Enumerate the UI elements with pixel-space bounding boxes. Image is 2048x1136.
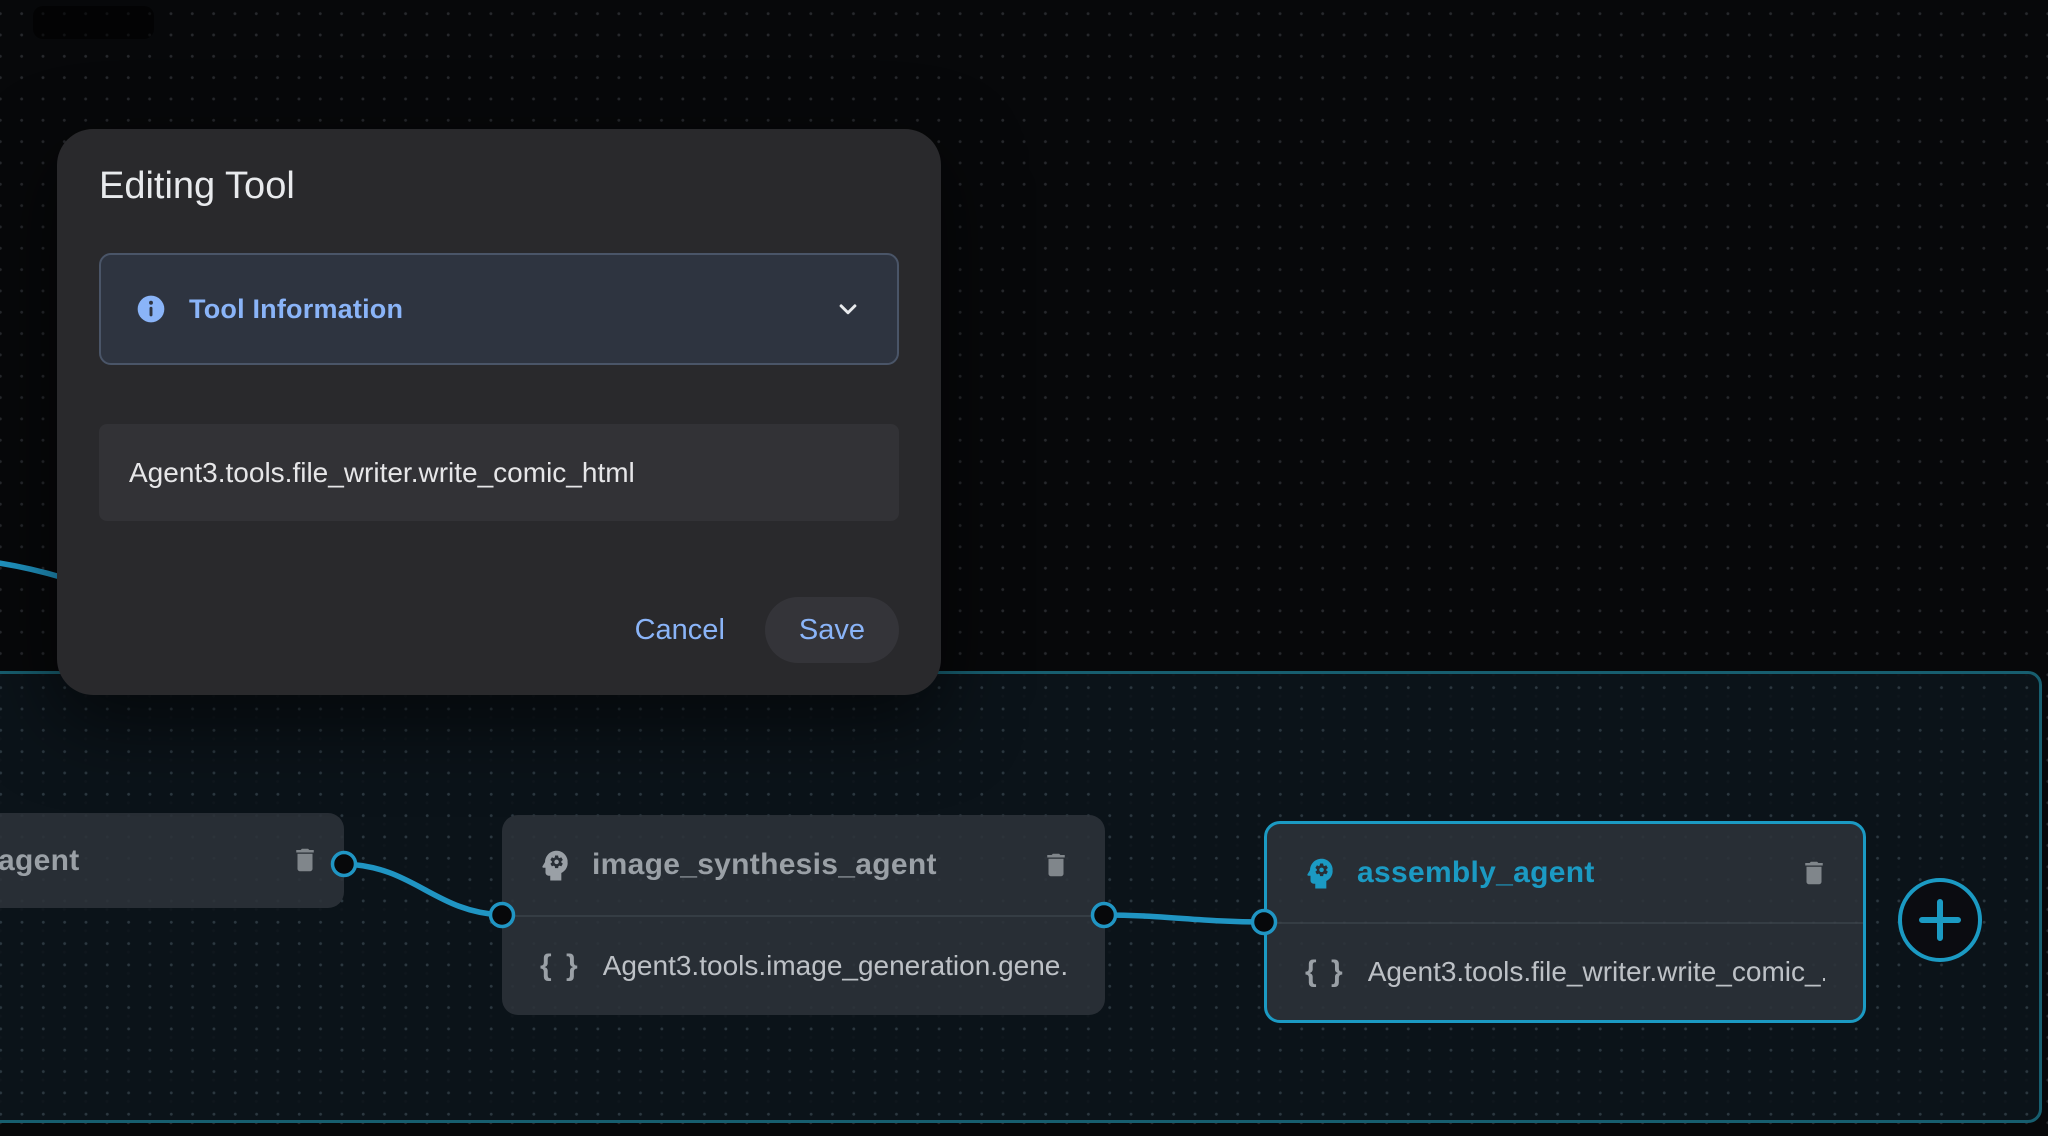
node-image-synthesis-agent[interactable]: image_synthesis_agent { } Agent3.tools.i… bbox=[502, 815, 1105, 1015]
braces-icon: { } bbox=[540, 949, 581, 983]
tool-name: Agent3.tools.image_generation.gene... bbox=[603, 950, 1067, 982]
modal-title: Editing Tool bbox=[99, 165, 295, 208]
edge-offscreen-left bbox=[0, 562, 64, 578]
workflow-canvas[interactable]: agent image_synthesis_agent { } Agent3.t… bbox=[0, 0, 2048, 1136]
psychology-head-gear-icon bbox=[1301, 854, 1339, 892]
node-title: assembly_agent bbox=[1357, 856, 1595, 890]
node-header: assembly_agent bbox=[1267, 824, 1863, 922]
editing-tool-modal: Editing Tool Tool Information Cancel Sav… bbox=[57, 129, 941, 695]
trash-icon[interactable] bbox=[1799, 858, 1829, 888]
node-title: image_synthesis_agent bbox=[592, 848, 937, 882]
trash-icon[interactable] bbox=[290, 845, 320, 875]
tool-row[interactable]: { } Agent3.tools.image_generation.gene..… bbox=[502, 917, 1105, 1015]
node-agent-partial[interactable]: agent bbox=[0, 813, 344, 908]
save-button[interactable]: Save bbox=[765, 597, 899, 663]
section-label: Tool Information bbox=[189, 294, 403, 325]
info-icon bbox=[135, 293, 167, 325]
tool-row[interactable]: { } Agent3.tools.file_writer.write_comic… bbox=[1267, 924, 1863, 1020]
tool-name-input[interactable] bbox=[99, 424, 899, 521]
node-title: agent bbox=[0, 844, 80, 878]
node-header: image_synthesis_agent bbox=[502, 815, 1105, 915]
tool-name: Agent3.tools.file_writer.write_comic_... bbox=[1368, 956, 1825, 988]
psychology-head-gear-icon bbox=[536, 846, 574, 884]
plus-icon bbox=[1917, 897, 1963, 943]
chevron-down-icon[interactable] bbox=[833, 294, 863, 324]
canvas-dark-patch bbox=[33, 6, 154, 39]
node-agent-header: agent bbox=[0, 813, 344, 908]
add-node-button[interactable] bbox=[1898, 878, 1982, 962]
braces-icon: { } bbox=[1305, 955, 1346, 989]
trash-icon[interactable] bbox=[1041, 850, 1071, 880]
cancel-button[interactable]: Cancel bbox=[607, 597, 753, 663]
node-assembly-agent[interactable]: assembly_agent { } Agent3.tools.file_wri… bbox=[1264, 821, 1866, 1023]
modal-actions: Cancel Save bbox=[607, 597, 899, 663]
tool-information-section-header[interactable]: Tool Information bbox=[99, 253, 899, 365]
